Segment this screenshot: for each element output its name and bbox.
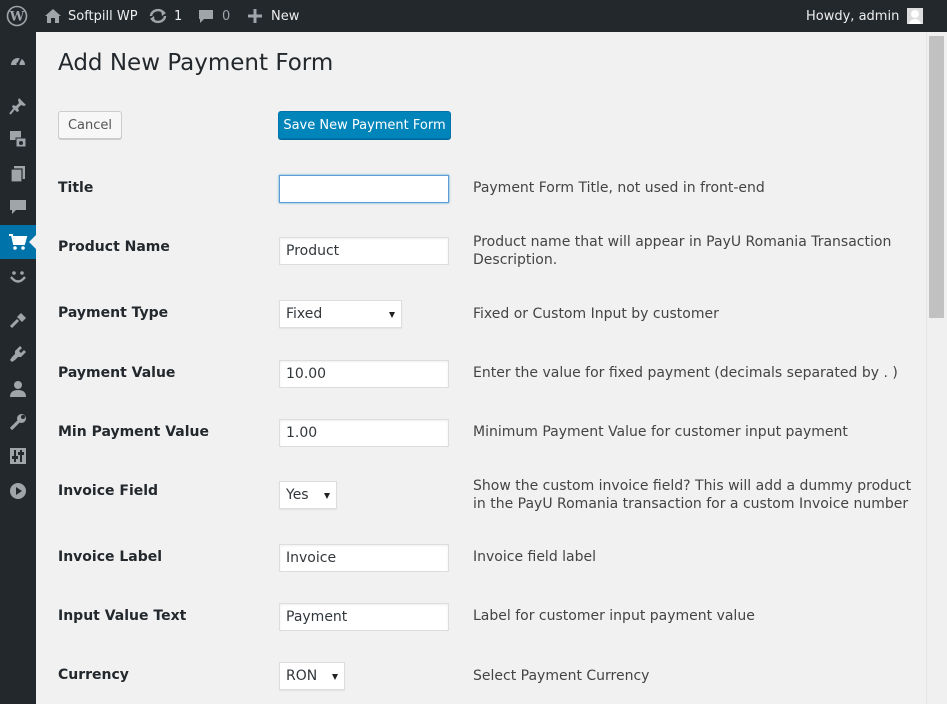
users-icon[interactable] bbox=[0, 372, 36, 406]
pin-icon[interactable] bbox=[0, 89, 36, 123]
invoice-field-value: Yes bbox=[286, 487, 309, 503]
chevron-down-icon bbox=[324, 493, 330, 499]
admin-bar: W Softpill WP 1 0 New Howdy, admin bbox=[0, 0, 947, 32]
plus-icon bbox=[248, 9, 262, 23]
invoice-field-select[interactable]: Yes bbox=[279, 481, 337, 509]
title-label: Title bbox=[58, 180, 94, 196]
appearance-icon[interactable] bbox=[0, 303, 36, 337]
chevron-down-icon bbox=[389, 312, 395, 318]
currency-description: Select Payment Currency bbox=[473, 668, 650, 684]
title-description: Payment Form Title, not used in front-en… bbox=[473, 180, 765, 196]
min-payment-value-description: Minimum Payment Value for customer input… bbox=[473, 424, 848, 440]
comments-count: 0 bbox=[222, 8, 231, 24]
settings-icon[interactable] bbox=[0, 439, 36, 473]
comment-icon bbox=[199, 10, 213, 23]
my-account-link[interactable]: Howdy, admin bbox=[806, 0, 924, 32]
payment-type-select[interactable]: Fixed bbox=[279, 300, 402, 328]
home-icon bbox=[45, 9, 61, 23]
howdy-text: Howdy, admin bbox=[806, 8, 900, 24]
input-value-text-label: Input Value Text bbox=[58, 608, 187, 624]
cart-icon[interactable] bbox=[0, 225, 36, 259]
media-icon[interactable] bbox=[0, 122, 36, 156]
payment-value-description: Enter the value for fixed payment (decim… bbox=[473, 365, 898, 381]
comments-link[interactable]: 0 bbox=[198, 0, 230, 32]
pages-icon[interactable] bbox=[0, 157, 36, 191]
plugins-icon[interactable] bbox=[0, 337, 36, 371]
invoice-field-description: Show the custom invoice field? This will… bbox=[473, 478, 912, 512]
payment-value-label: Payment Value bbox=[58, 365, 176, 381]
tools-icon[interactable] bbox=[0, 405, 36, 439]
payment-type-description: Fixed or Custom Input by customer bbox=[473, 306, 719, 322]
input-value-text-input[interactable]: Payment bbox=[279, 603, 449, 631]
wordpress-logo-icon[interactable]: W bbox=[6, 0, 28, 32]
chevron-down-icon bbox=[332, 674, 338, 680]
payment-type-label: Payment Type bbox=[58, 305, 169, 321]
dashboard-icon[interactable] bbox=[0, 44, 36, 78]
updates-count: 1 bbox=[174, 8, 183, 24]
product-name-label: Product Name bbox=[58, 239, 170, 255]
avatar bbox=[907, 8, 924, 24]
updates-icon bbox=[149, 8, 167, 24]
updates-link[interactable]: 1 bbox=[148, 0, 182, 32]
invoice-label-input[interactable]: Invoice bbox=[279, 544, 449, 572]
invoice-label-description: Invoice field label bbox=[473, 549, 597, 565]
scrollbar-thumb[interactable] bbox=[929, 36, 944, 318]
payment-value-input[interactable]: 10.00 bbox=[279, 360, 449, 388]
product-name-description: Product name that will appear in PayU Ro… bbox=[473, 234, 892, 268]
smile-icon[interactable] bbox=[0, 260, 36, 294]
invoice-label-label: Invoice Label bbox=[58, 549, 163, 565]
comments-icon[interactable] bbox=[0, 190, 36, 224]
site-name: Softpill WP bbox=[68, 8, 138, 24]
play-icon[interactable] bbox=[0, 474, 36, 508]
min-payment-value-label: Min Payment Value bbox=[58, 424, 209, 440]
page-title: Add New Payment Form bbox=[58, 50, 334, 76]
new-content-link[interactable]: New bbox=[248, 0, 299, 32]
invoice-field-label: Invoice Field bbox=[58, 483, 159, 499]
page-scrollbar[interactable] bbox=[926, 32, 947, 704]
payment-type-value: Fixed bbox=[286, 306, 323, 322]
min-payment-value-input[interactable]: 1.00 bbox=[279, 419, 449, 447]
title-input[interactable] bbox=[279, 175, 449, 203]
site-name-link[interactable]: Softpill WP bbox=[44, 0, 138, 32]
cancel-button[interactable]: Cancel bbox=[58, 111, 122, 139]
svg-text:W: W bbox=[9, 10, 25, 25]
currency-select[interactable]: RON bbox=[279, 662, 345, 690]
admin-menu bbox=[0, 32, 36, 704]
save-payment-form-button[interactable]: Save New Payment Form bbox=[278, 111, 451, 139]
new-label: New bbox=[271, 8, 300, 24]
currency-value: RON bbox=[286, 668, 318, 684]
currency-label: Currency bbox=[58, 667, 129, 683]
input-value-text-description: Label for customer input payment value bbox=[473, 608, 755, 624]
product-name-input[interactable]: Product bbox=[279, 237, 449, 265]
